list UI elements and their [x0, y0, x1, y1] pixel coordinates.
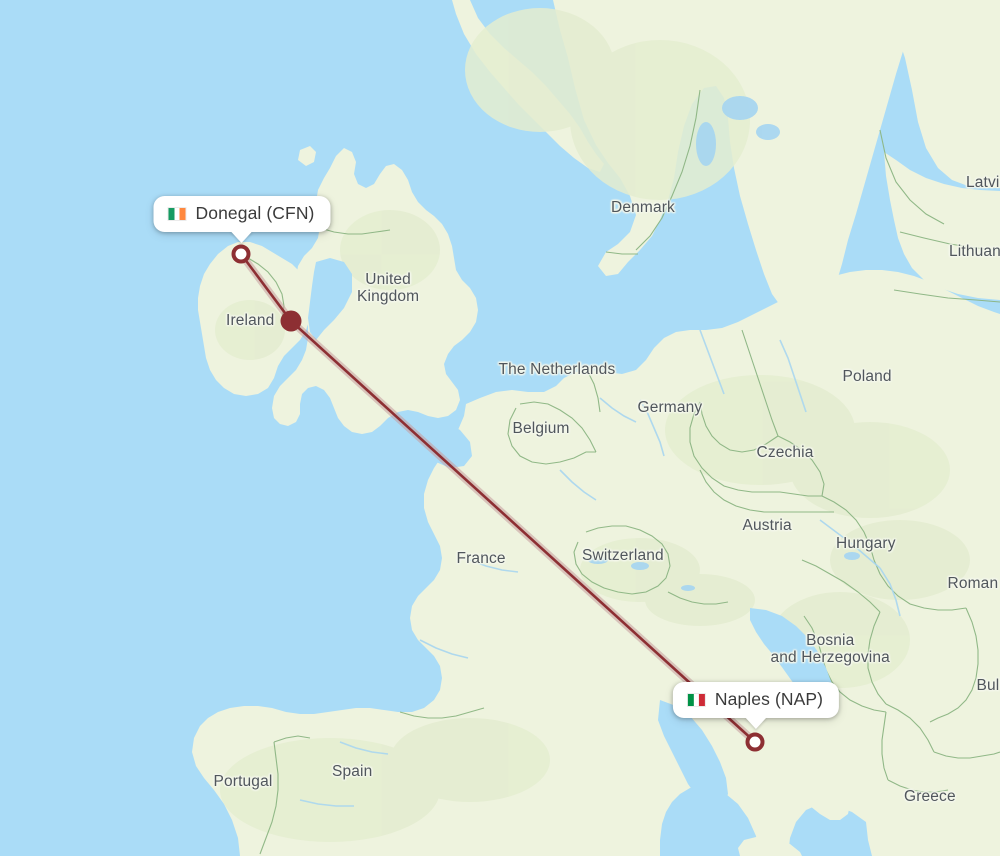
- flight-route-map[interactable]: Denmark Latvi Lithuan United Kingdom Ireland T…: [0, 0, 1000, 856]
- marker-ring-icon: [231, 244, 251, 264]
- airport-marker-nap[interactable]: [745, 732, 765, 752]
- map-canvas: [0, 0, 1000, 856]
- callout-donegal-label: Donegal (CFN): [195, 203, 315, 223]
- flag-ireland-icon: [167, 206, 187, 221]
- callout-tail: [230, 230, 253, 243]
- callout-tail: [745, 716, 767, 729]
- callout-naples-label: Naples (NAP): [714, 689, 824, 709]
- flag-italy-icon: [686, 692, 706, 707]
- marker-dot-icon: [280, 310, 302, 332]
- marker-ring-icon: [745, 732, 765, 752]
- callout-naples[interactable]: Naples (NAP): [672, 682, 840, 729]
- airport-marker-dublin[interactable]: [280, 310, 302, 332]
- callout-donegal[interactable]: Donegal (CFN): [153, 196, 331, 243]
- airport-marker-cfn[interactable]: [231, 244, 251, 264]
- land-crete: [958, 844, 1000, 856]
